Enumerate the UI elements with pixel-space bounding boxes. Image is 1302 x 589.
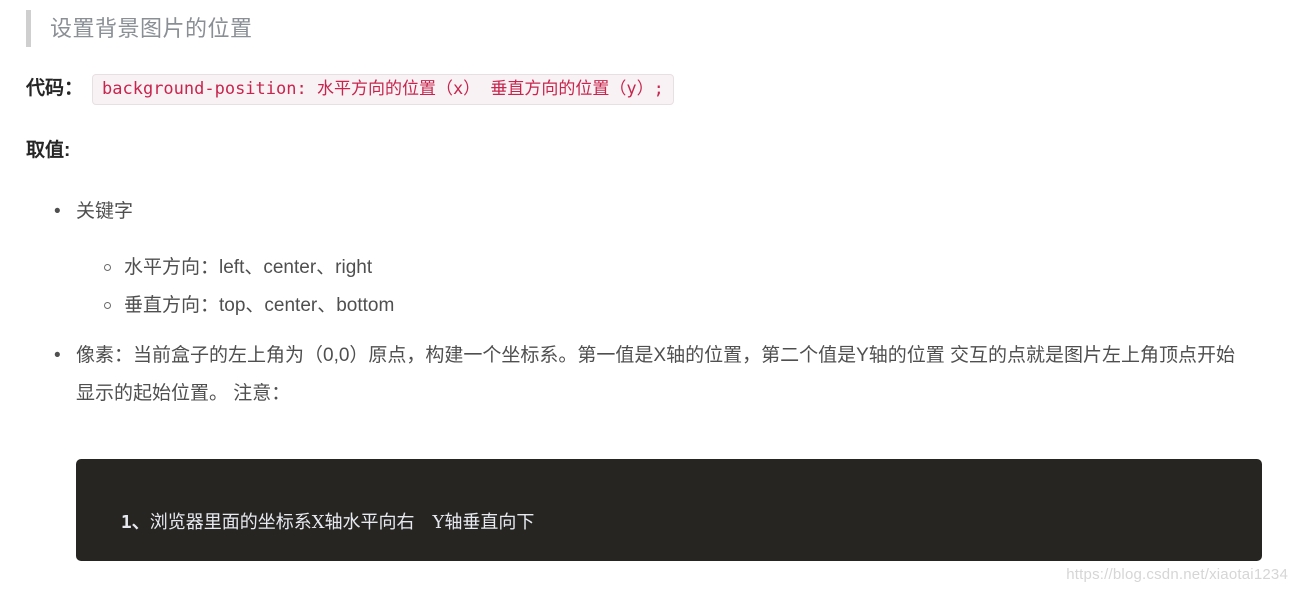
bullet-marker-icon: • [54,345,61,366]
bullet-marker-icon: • [54,201,61,222]
code-line-number: 1、 [120,512,150,533]
heading-accent-rule [26,10,31,47]
list-spacer [0,325,1280,337]
code-label: 代码： [26,78,84,99]
list-item: 水平方向：left、center、right [76,249,1280,287]
list-item-label: 像素：当前盒子的左上角为（0,0）原点，构建一个坐标系。第一值是X轴的位置，第二… [76,345,1236,404]
circle-hollow-icon [104,302,111,309]
values-list: • 关键字 水平方向：left、center、right 垂直方向：top、ce… [0,196,1280,413]
list-item-label: 垂直方向：top、center、bottom [124,295,395,316]
list-item: • 关键字 水平方向：left、center、right 垂直方向：top、ce… [0,196,1280,325]
watermark: https://blog.csdn.net/xiaotai1234 [1066,566,1288,583]
page-title: 设置背景图片的位置 [50,15,253,41]
circle-hollow-icon [104,264,111,271]
values-label: 取值: [26,140,71,161]
code-block-line: 1、浏览器里面的坐标系X轴水平向右 Y轴垂直向下 [98,481,1262,561]
code-declaration-row: 代码： background-position: 水平方向的位置（x） 垂直方向… [26,73,674,105]
list-item: 垂直方向：top、center、bottom [76,287,1280,325]
list-item: • 像素：当前盒子的左上角为（0,0）原点，构建一个坐标系。第一值是X轴的位置，… [0,337,1280,413]
code-block: 1、浏览器里面的坐标系X轴水平向右 Y轴垂直向下 2、注意顺序 [76,459,1262,561]
section-heading: 设置背景图片的位置 [26,10,253,47]
code-line-text: 浏览器里面的坐标系X轴水平向右 Y轴垂直向下 [149,512,535,533]
list-item-label: 关键字 [76,201,134,222]
list-item-label: 水平方向：left、center、right [124,257,373,278]
inline-code-snippet: background-position: 水平方向的位置（x） 垂直方向的位置（… [92,73,674,105]
keyword-sub-list: 水平方向：left、center、right 垂直方向：top、center、b… [76,249,1280,325]
